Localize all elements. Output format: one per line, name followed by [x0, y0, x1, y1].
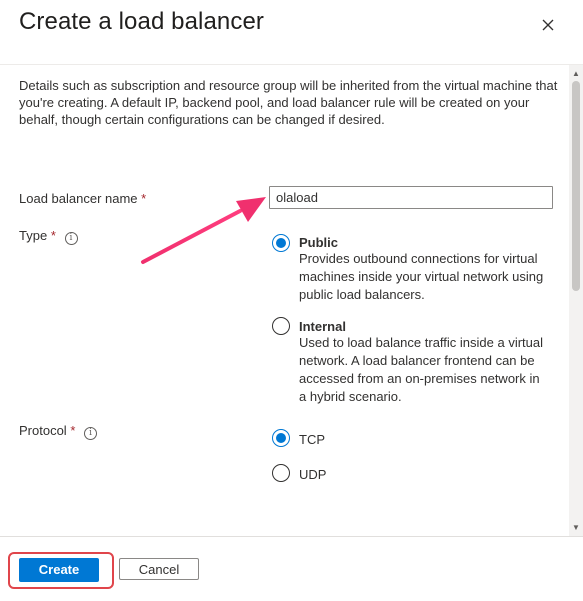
protocol-label-text: Protocol [19, 423, 67, 438]
radio-ring [272, 317, 290, 335]
type-internal-description: Used to load balance traffic inside a vi… [299, 335, 544, 404]
protocol-label: Protocol * i [19, 423, 98, 440]
info-icon[interactable]: i [84, 427, 98, 440]
page-title: Create a load balancer [19, 8, 265, 35]
type-internal-label[interactable]: Internal [299, 319, 346, 334]
required-marker: * [70, 423, 76, 438]
scroll-down-arrow-icon[interactable]: ▼ [569, 521, 583, 535]
close-icon[interactable] [537, 14, 559, 36]
type-public-label[interactable]: Public [299, 235, 338, 250]
radio-selected-dot [276, 433, 286, 443]
form-scroll-area: Details such as subscription and resourc… [0, 64, 583, 537]
protocol-tcp-radio[interactable] [272, 429, 290, 447]
type-public-radio[interactable] [272, 234, 290, 252]
scrollbar-thumb[interactable] [572, 81, 580, 291]
vertical-scrollbar[interactable]: ▲ ▼ [569, 65, 583, 537]
info-icon[interactable]: i [64, 232, 78, 245]
type-internal-radio[interactable] [272, 317, 290, 335]
radio-ring [272, 464, 290, 482]
required-marker: * [141, 191, 147, 206]
footer-bar: Create Cancel [0, 536, 583, 601]
type-label-text: Type [19, 228, 48, 243]
load-balancer-name-input[interactable] [269, 186, 553, 209]
load-balancer-name-label: Load balancer name * [19, 191, 146, 206]
load-balancer-name-label-text: Load balancer name [19, 191, 138, 206]
radio-selected-dot [276, 238, 286, 248]
cancel-button[interactable]: Cancel [119, 558, 199, 580]
protocol-udp-label[interactable]: UDP [299, 467, 326, 482]
type-public-description: Provides outbound connections for virtua… [299, 251, 544, 302]
protocol-tcp-label[interactable]: TCP [299, 432, 325, 447]
type-label: Type * i [19, 228, 78, 245]
form-description: Details such as subscription and resourc… [19, 78, 558, 127]
create-button[interactable]: Create [19, 558, 99, 582]
scroll-up-arrow-icon[interactable]: ▲ [569, 67, 583, 81]
required-marker: * [50, 228, 56, 243]
protocol-udp-radio[interactable] [272, 464, 290, 482]
